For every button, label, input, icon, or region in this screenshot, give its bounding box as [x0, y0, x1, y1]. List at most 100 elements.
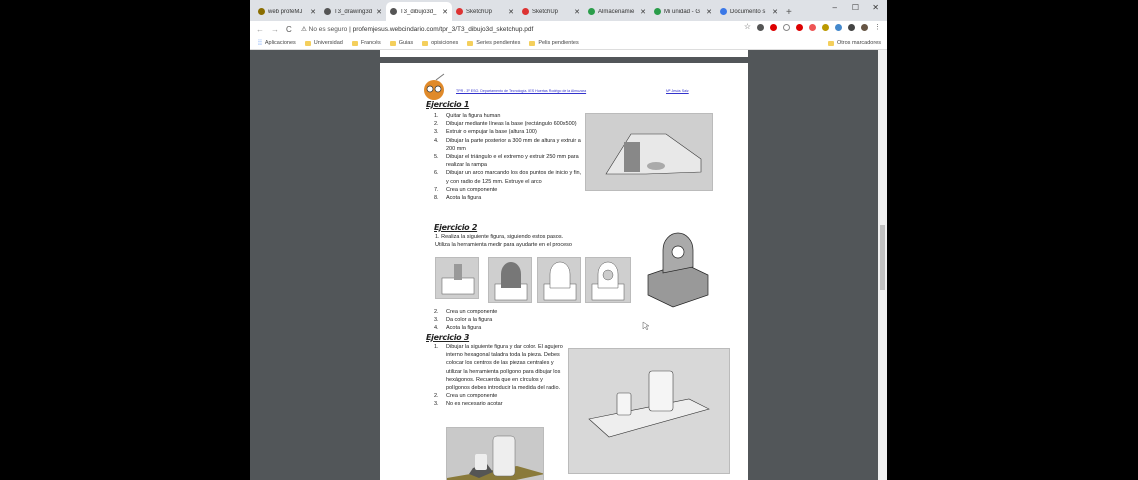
tab-label: web profeMJ — [268, 8, 303, 15]
url-field[interactable]: ⚠ No es seguro | profemjesus.webcindario… — [301, 25, 533, 33]
favicon-icon — [654, 8, 661, 15]
security-label: No es seguro — [308, 26, 348, 33]
tab[interactable]: SketchUp ✕ — [452, 2, 518, 21]
close-tab-icon[interactable]: ✕ — [310, 8, 316, 16]
exercise-2-step-1: 1. Realiza la siguiente figura, siguiend… — [435, 234, 564, 240]
close-tab-icon[interactable]: ✕ — [772, 8, 778, 16]
extension-icon[interactable] — [809, 24, 816, 31]
bookmark-label: opisiciones — [431, 40, 459, 46]
tab[interactable]: Mi unidad - G ✕ — [650, 2, 716, 21]
step-number: 3. — [434, 129, 439, 136]
step-text: Dibujar mediante líneas la base (rectáng… — [446, 121, 577, 128]
bookmark-folder[interactable]: Universidad — [304, 40, 343, 46]
other-bookmarks[interactable]: Otros marcadores — [827, 40, 881, 46]
extension-icon[interactable] — [822, 24, 829, 31]
bookmark-folder[interactable]: opisiciones — [422, 40, 458, 46]
apps-bookmark[interactable]: ⁞⁞ Aplicaciones — [258, 40, 296, 47]
bookmark-label: Universidad — [313, 40, 343, 46]
step-item: 4. Acota la figura — [434, 324, 584, 332]
tab[interactable]: SketchUp ✕ — [518, 2, 584, 21]
extension-icon[interactable] — [757, 24, 764, 31]
technical-drawing — [647, 232, 709, 308]
tab[interactable]: T3_drawing3d ✕ — [320, 2, 386, 21]
step-number: 1. — [434, 344, 439, 350]
step-number: 7. — [434, 186, 439, 193]
tab[interactable]: web profeMJ ✕ — [254, 2, 320, 21]
step-item: 2. Crea un componente — [434, 392, 564, 400]
exercise-3-image — [568, 348, 730, 474]
new-tab-button[interactable]: + — [786, 7, 792, 18]
close-tab-icon[interactable]: ✕ — [706, 8, 712, 16]
folder-icon — [422, 40, 429, 46]
step-text: Quitar la figura human — [446, 113, 501, 119]
step-number: 4. — [434, 325, 439, 332]
bookmark-folder[interactable]: Series pendientes — [467, 40, 520, 46]
step-item: 1. Dibujar la siguiente figura y dar colo… — [434, 343, 564, 392]
exercise-3-steps: 1. Dibujar la siguiente figura y dar colo… — [434, 343, 564, 409]
step-number: 5. — [434, 154, 439, 161]
scrollbar[interactable] — [878, 50, 887, 480]
close-tab-icon[interactable]: ✕ — [376, 8, 382, 16]
bookmark-folder[interactable]: Francés — [351, 40, 381, 46]
step-item: 3. No es necesario acotar — [434, 400, 564, 408]
tab[interactable]: Almacenamie ✕ — [584, 2, 650, 21]
extension-icon[interactable] — [796, 24, 803, 31]
step-image — [488, 257, 532, 303]
close-tab-icon[interactable]: ✕ — [508, 8, 514, 16]
step-image — [537, 257, 581, 303]
step-text: Dibujar un arco marcando los dos puntos … — [446, 170, 582, 185]
step-item: 4. Dibujar la parte posterior a 300 mm de… — [434, 137, 582, 153]
step-number: 2. — [434, 393, 439, 400]
reload-button[interactable]: C — [286, 25, 295, 34]
minimize-button[interactable]: – — [833, 3, 837, 12]
star-icon[interactable]: ☆ — [744, 22, 751, 31]
step-text: Dibujar la siguiente figura y dar color.… — [446, 344, 563, 392]
header-left: TPR - 3º ESO. Departamento de Tecnología… — [456, 89, 587, 93]
tab-label: T3_dibujo3d_ — [400, 8, 437, 15]
step-text: Acota la figura — [446, 325, 482, 332]
folder-icon — [827, 40, 834, 46]
close-window-button[interactable]: ✕ — [872, 3, 879, 12]
tab[interactable]: T3_dibujo3d_ ✕ — [386, 2, 452, 21]
puzzle-icon[interactable] — [848, 24, 855, 31]
bookmark-folder[interactable]: Guias — [389, 40, 414, 46]
menu-icon[interactable]: ⋮ — [874, 23, 881, 31]
close-tab-icon[interactable]: ✕ — [574, 8, 580, 16]
tab-strip: web profeMJ ✕ T3_drawing3d ✕ T3_dibujo3d_ ✕ Sk… — [250, 0, 887, 21]
step-item: 6. Dibujar un arco marcando los dos punto… — [434, 169, 582, 185]
favicon-icon — [720, 8, 727, 15]
close-tab-icon[interactable]: ✕ — [442, 8, 448, 16]
extension-icon[interactable] — [783, 24, 790, 31]
step-text: No es necesario acotar — [446, 401, 503, 408]
folder-icon — [529, 40, 536, 46]
close-tab-icon[interactable]: ✕ — [640, 8, 646, 16]
maximize-button[interactable]: ☐ — [852, 3, 859, 12]
extension-icon[interactable] — [770, 24, 777, 31]
exercise-3-title: Ejercicio 3 — [426, 333, 470, 342]
step-number: 4. — [434, 137, 439, 144]
favicon-icon — [390, 8, 397, 15]
bookmark-folder[interactable]: Pelis pendientes — [529, 40, 579, 46]
exercise-2-note: Utiliza la herramienta medir para ayudar… — [435, 242, 572, 248]
back-button[interactable]: ← — [256, 25, 265, 34]
step-text: Acota la figura — [446, 195, 482, 202]
step-item: 7. Crea un componente — [434, 186, 582, 194]
url-text: profemjesus.webcindario.com/tpr_3/T3_dib… — [352, 26, 534, 33]
tab[interactable]: Documento s ✕ — [716, 2, 782, 21]
bookmark-label: Guias — [398, 40, 414, 46]
browser-window: web profeMJ ✕ T3_drawing3d ✕ T3_dibujo3d_ ✕ Sk… — [250, 0, 887, 480]
avatar[interactable] — [861, 24, 868, 31]
tab-label: SketchUp — [532, 8, 559, 15]
tab-label: SketchUp — [466, 8, 493, 15]
tab-label: Documento s — [730, 8, 766, 15]
step-text: Crea un componente — [446, 186, 498, 193]
scrollbar-thumb[interactable] — [880, 225, 885, 290]
step-text: Da color a la figura — [446, 317, 493, 324]
forward-button[interactable]: → — [271, 25, 280, 34]
logo-robot-icon — [424, 73, 445, 100]
extension-icon[interactable] — [835, 24, 842, 31]
step-text: Crea un componente — [446, 393, 498, 400]
apps-grid-icon: ⁞⁞ — [258, 39, 262, 47]
step-item: 8. Acota la figura — [434, 194, 582, 202]
header-right: Mª Jesús Saiz — [666, 89, 689, 93]
